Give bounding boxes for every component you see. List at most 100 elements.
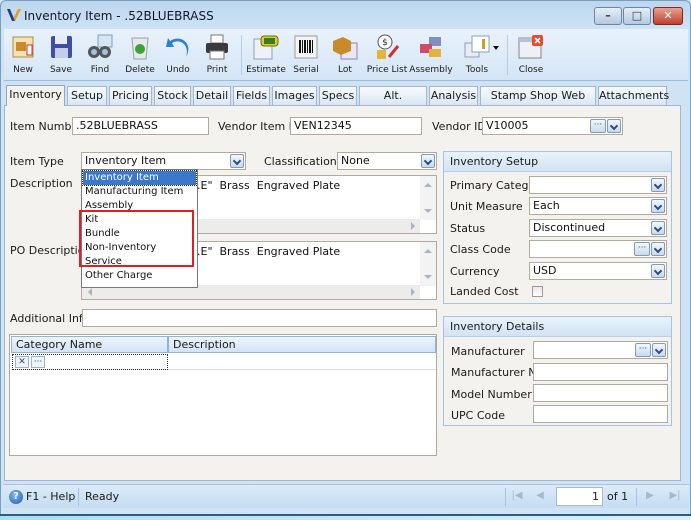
unit-measure-label: Unit Measure: [450, 200, 523, 213]
find-button[interactable]: Find: [80, 31, 120, 79]
print-button[interactable]: Print: [197, 31, 237, 79]
printer-icon: [206, 34, 228, 60]
tab-inventory[interactable]: Inventory: [6, 85, 65, 106]
item-type-dropdown-button[interactable]: [230, 154, 244, 168]
price-list-button[interactable]: $ Price List: [364, 31, 410, 79]
inventory-item-window: Inventory Item - .52BLUEBRASS – □ ✕ New …: [0, 0, 691, 516]
description-label: Description: [10, 177, 73, 190]
previous-page-icon[interactable]: ◀: [533, 489, 547, 503]
lot-box-icon: [333, 37, 358, 60]
tab-setup[interactable]: Setup: [67, 86, 107, 105]
scroll-right-icon[interactable]: [411, 222, 415, 230]
close-button[interactable]: Close: [511, 31, 551, 79]
page-number-input[interactable]: 1: [556, 487, 603, 506]
unit-measure-select[interactable]: Each: [529, 197, 667, 215]
tab-attachments[interactable]: Attachments: [598, 86, 669, 105]
undo-button[interactable]: Undo: [158, 31, 198, 79]
model-number-input[interactable]: [533, 384, 668, 402]
item-type-select[interactable]: Inventory Item: [81, 152, 246, 170]
tab-images[interactable]: Images: [272, 86, 317, 105]
po-description-text: .E" Brass Engraved Plate: [197, 245, 341, 258]
scroll-up-icon[interactable]: [424, 183, 432, 187]
manufacturer-select[interactable]: ···: [533, 341, 668, 359]
primary-category-select[interactable]: [529, 176, 667, 194]
scroll-right-icon[interactable]: [411, 288, 415, 296]
window-title: Inventory Item - .52BLUEBRASS: [24, 9, 214, 23]
manufacturer-label: Manufacturer: [451, 345, 525, 358]
currency-dropdown-button[interactable]: [651, 264, 665, 278]
item-type-option[interactable]: Other Charge: [83, 269, 196, 283]
class-code-select[interactable]: ···: [529, 240, 667, 258]
item-type-value: Inventory Item: [85, 154, 167, 167]
scroll-down-icon[interactable]: [424, 209, 432, 213]
assembly-button[interactable]: Assembly: [409, 31, 453, 79]
class-code-browse-button[interactable]: ···: [634, 242, 650, 256]
vendor-id-browse-button[interactable]: ···: [590, 119, 606, 133]
next-page-icon[interactable]: ▶: [643, 489, 657, 503]
item-type-option[interactable]: Inventory Item: [82, 170, 197, 186]
delete-button[interactable]: Delete: [120, 31, 160, 79]
tools-button[interactable]: Tools: [457, 31, 497, 79]
description-vscrollbar[interactable]: [420, 176, 436, 220]
landed-cost-checkbox[interactable]: [532, 286, 543, 297]
class-code-dropdown-button[interactable]: [651, 242, 665, 256]
classification-dropdown-button[interactable]: [421, 154, 435, 168]
last-page-icon[interactable]: ▶|: [668, 489, 682, 503]
primary-category-dropdown-button[interactable]: [651, 178, 665, 192]
annotation-highlight-box: [79, 210, 194, 267]
tab-fields[interactable]: Fields: [233, 86, 270, 105]
item-number-input[interactable]: .52BLUEBRASS: [72, 117, 209, 135]
item-type-option[interactable]: Manufacturing Item: [83, 185, 196, 199]
manufacturer-no-input[interactable]: [533, 363, 668, 381]
category-name-cell[interactable]: ✕ ···: [12, 354, 168, 370]
column-header-category-name[interactable]: Category Name: [11, 336, 168, 353]
tab-specs[interactable]: Specs: [319, 86, 357, 105]
browse-icon[interactable]: ···: [31, 356, 45, 368]
clear-icon[interactable]: ✕: [15, 356, 29, 368]
vendor-id-input[interactable]: V10005 ···: [482, 117, 623, 135]
tab-analysis[interactable]: Analysis: [429, 86, 478, 105]
scroll-down-icon[interactable]: [424, 275, 432, 279]
tab-detail[interactable]: Detail: [193, 86, 231, 105]
grid-row: ✕ ···: [11, 354, 436, 370]
additional-info-input[interactable]: [82, 309, 437, 327]
undo-arrow-icon: [166, 38, 189, 57]
po-description-vscrollbar[interactable]: [420, 242, 436, 286]
status-select[interactable]: Discontinued: [529, 219, 667, 237]
scroll-left-icon[interactable]: [88, 288, 92, 296]
binoculars-icon: [88, 34, 113, 58]
tab-stock[interactable]: Stock: [154, 86, 191, 105]
help-shortcut-text[interactable]: F1 - Help: [26, 490, 75, 503]
tools-dropdown-arrow[interactable]: [493, 46, 499, 50]
help-icon[interactable]: ?: [9, 490, 23, 504]
manufacturer-browse-button[interactable]: ···: [635, 343, 651, 357]
upc-code-label: UPC Code: [451, 409, 506, 422]
serial-button[interactable]: Serial: [286, 31, 326, 79]
app-logo-icon: [7, 9, 21, 21]
estimate-button[interactable]: Estimate: [246, 31, 286, 79]
maximize-icon: □: [631, 9, 643, 22]
classification-select[interactable]: None: [337, 152, 437, 170]
column-header-description[interactable]: Description: [168, 336, 436, 353]
minimize-button[interactable]: –: [594, 7, 622, 25]
tab-alt-vendors[interactable]: Alt. Vendors: [359, 86, 427, 120]
status-dropdown-button[interactable]: [651, 221, 665, 235]
currency-value: USD: [533, 264, 557, 277]
new-button[interactable]: New: [3, 31, 43, 79]
maximize-button[interactable]: □: [623, 7, 651, 25]
status-separator: [78, 488, 79, 506]
lot-button[interactable]: Lot: [325, 31, 365, 79]
tab-pricing[interactable]: Pricing: [109, 86, 152, 105]
currency-select[interactable]: USD: [529, 262, 667, 280]
upc-code-input[interactable]: [533, 405, 668, 423]
vendor-item-no-input[interactable]: VEN12345: [290, 117, 422, 135]
save-button[interactable]: Save: [41, 31, 81, 79]
unit-measure-dropdown-button[interactable]: [651, 199, 665, 213]
tab-stamp-shop-web-detail[interactable]: Stamp Shop Web Detail: [480, 86, 596, 120]
close-window-button[interactable]: ✕: [653, 7, 683, 25]
scroll-up-icon[interactable]: [424, 249, 432, 253]
manufacturer-dropdown-button[interactable]: [652, 343, 666, 357]
inventory-details-header: Inventory Details: [444, 317, 671, 337]
vendor-id-dropdown-button[interactable]: [607, 119, 621, 133]
first-page-icon[interactable]: |◀: [510, 489, 524, 503]
